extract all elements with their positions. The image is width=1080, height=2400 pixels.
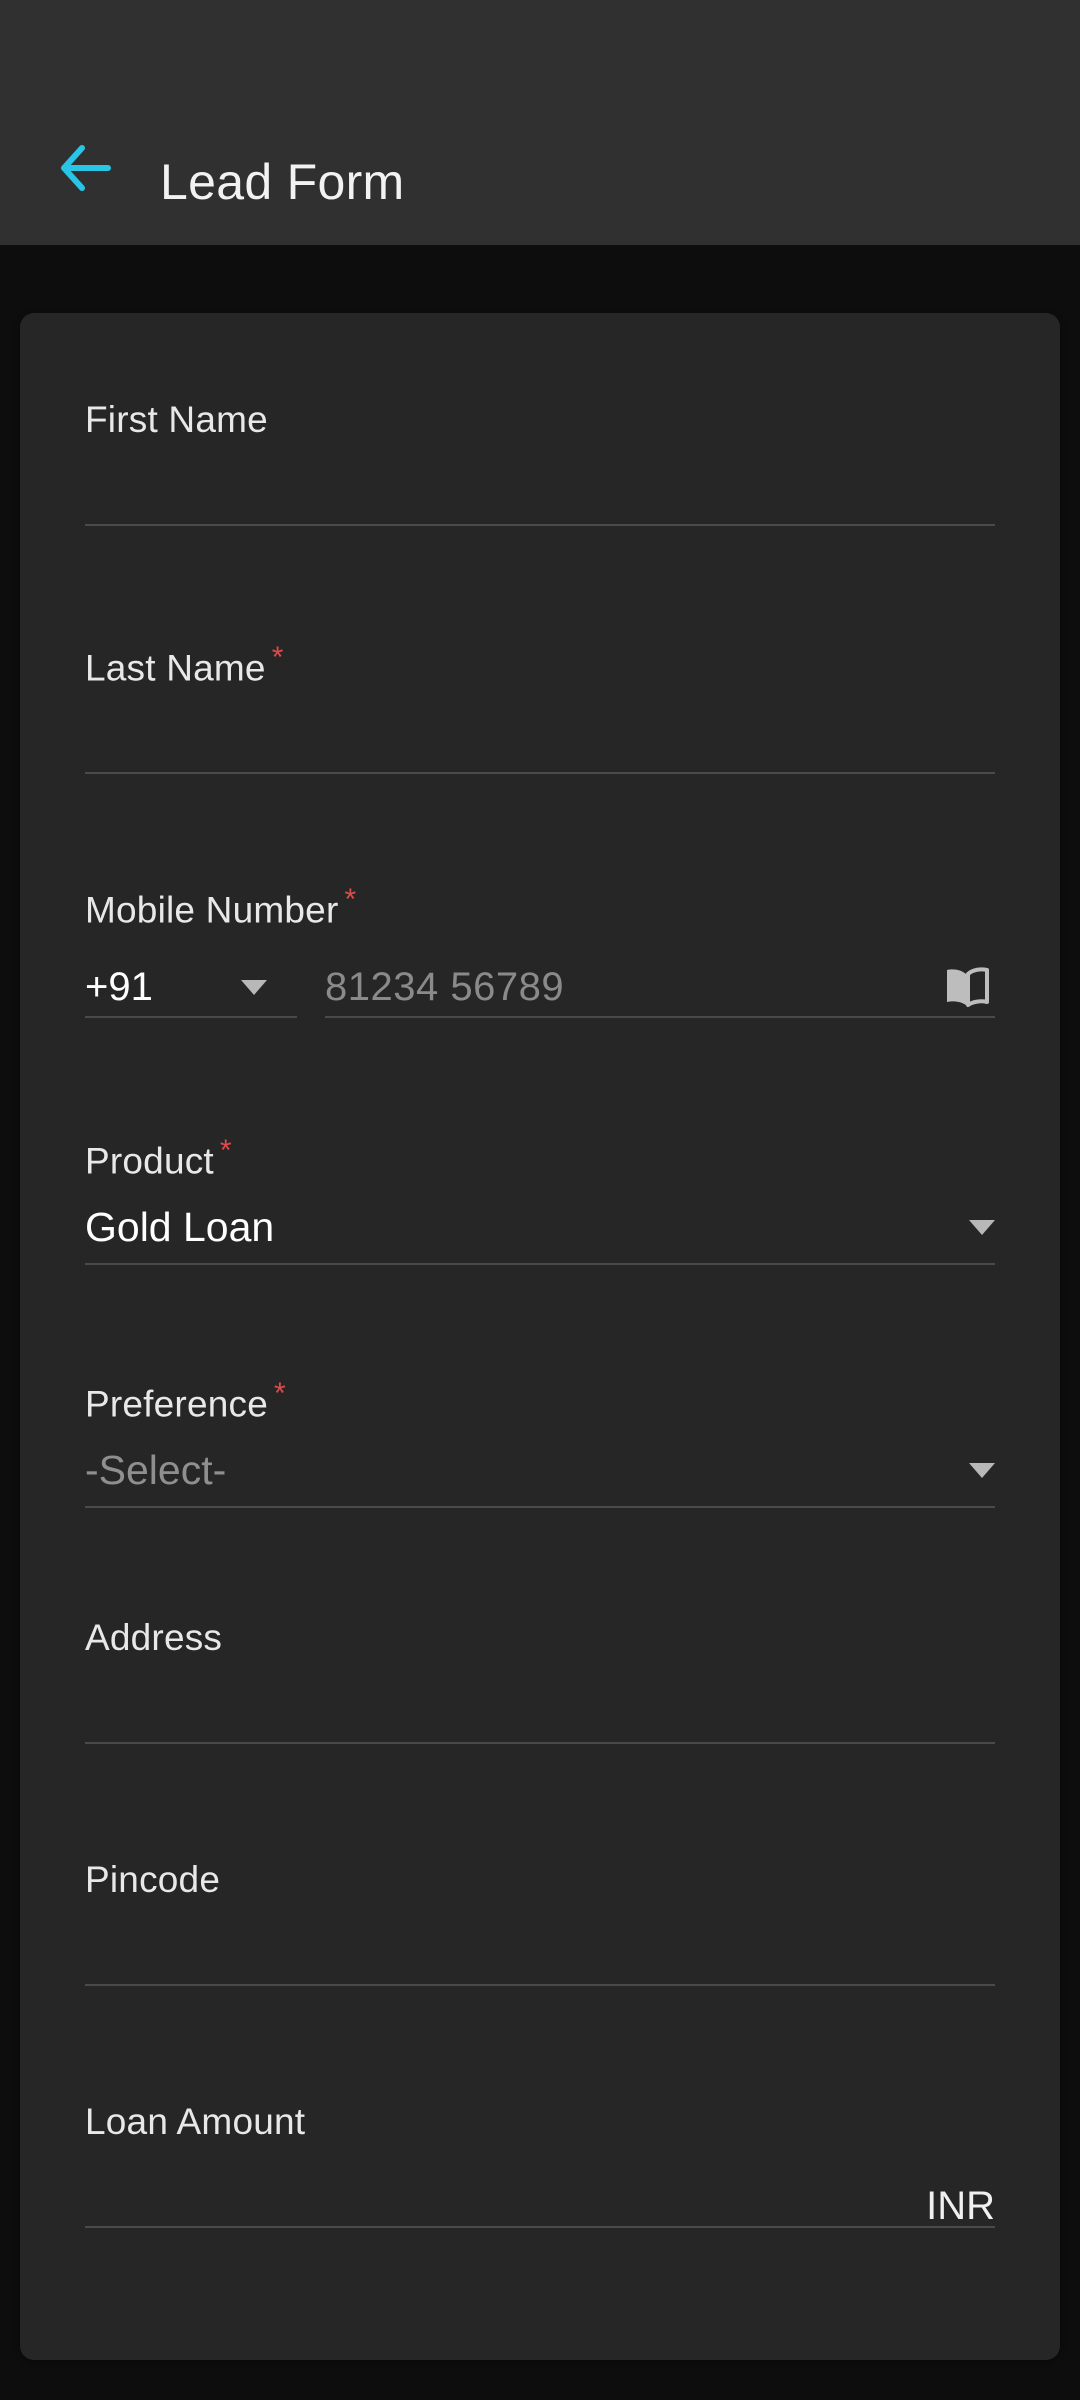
- mobile-number-row: +91 81234 56789: [85, 958, 995, 1019]
- back-button[interactable]: [30, 123, 142, 213]
- country-code-value: +91: [85, 965, 153, 1010]
- phone-number-input[interactable]: 81234 56789: [325, 967, 564, 1007]
- currency-suffix: INR: [926, 2184, 995, 2228]
- lead-form-screen: Lead Form First Name Last Name * Mobile N…: [0, 0, 1080, 2400]
- app-bar: Lead Form: [0, 0, 1080, 245]
- chevron-down-icon: [969, 1219, 995, 1235]
- product-value: Gold Loan: [85, 1203, 275, 1250]
- loan-amount-label: Loan Amount: [85, 2101, 306, 2142]
- product-label: Product *: [85, 1134, 232, 1182]
- product-underline: [85, 1263, 995, 1266]
- field-loan-amount: Loan Amount INR: [85, 2103, 995, 2228]
- address-book-icon[interactable]: [943, 965, 991, 1009]
- field-mobile-number: Mobile Number * +91 81234 56789: [85, 883, 995, 1019]
- pincode-underline: [85, 1984, 995, 1986]
- first-name-input[interactable]: [85, 438, 995, 524]
- loan-amount-underline: [85, 2226, 995, 2228]
- product-select[interactable]: Gold Loan: [85, 1191, 995, 1263]
- chevron-down-icon: [241, 979, 267, 995]
- field-pincode: Pincode: [85, 1861, 995, 1986]
- address-label: Address: [85, 1617, 223, 1658]
- address-input[interactable]: [85, 1656, 995, 1742]
- field-product: Product * Gold Loan: [85, 1134, 995, 1266]
- last-name-underline: [85, 772, 995, 775]
- address-underline: [85, 1742, 995, 1744]
- preference-select[interactable]: -Select-: [85, 1434, 995, 1506]
- preference-value: -Select-: [85, 1446, 227, 1493]
- field-last-name: Last Name *: [85, 641, 995, 775]
- chevron-down-icon: [969, 1462, 995, 1478]
- pincode-label: Pincode: [85, 1859, 221, 1900]
- last-name-label: Last Name *: [85, 641, 284, 689]
- mobile-number-label: Mobile Number *: [85, 883, 357, 931]
- pincode-input[interactable]: [85, 1898, 995, 1984]
- required-asterisk: *: [274, 1377, 286, 1410]
- lead-form-card: First Name Last Name * Mobile Number * +91: [20, 313, 1060, 2360]
- country-code-selector[interactable]: +91: [85, 958, 297, 1019]
- required-asterisk: *: [344, 883, 357, 916]
- field-first-name: First Name: [85, 401, 995, 526]
- required-asterisk: *: [271, 641, 284, 674]
- preference-underline: [85, 1506, 995, 1509]
- first-name-underline: [85, 524, 995, 526]
- field-preference: Preference * -Select-: [85, 1377, 995, 1509]
- loan-amount-input[interactable]: INR: [85, 2140, 995, 2226]
- first-name-label: First Name: [85, 399, 268, 440]
- phone-input-group: 81234 56789: [325, 958, 995, 1019]
- arrow-left-icon: [58, 142, 114, 194]
- field-address: Address: [85, 1619, 995, 1744]
- preference-label: Preference *: [85, 1377, 286, 1425]
- page-title: Lead Form: [160, 154, 405, 210]
- required-asterisk: *: [219, 1134, 232, 1167]
- last-name-input[interactable]: [85, 686, 995, 772]
- phone-number-underline: [325, 1016, 995, 1019]
- country-code-underline: [85, 1016, 297, 1019]
